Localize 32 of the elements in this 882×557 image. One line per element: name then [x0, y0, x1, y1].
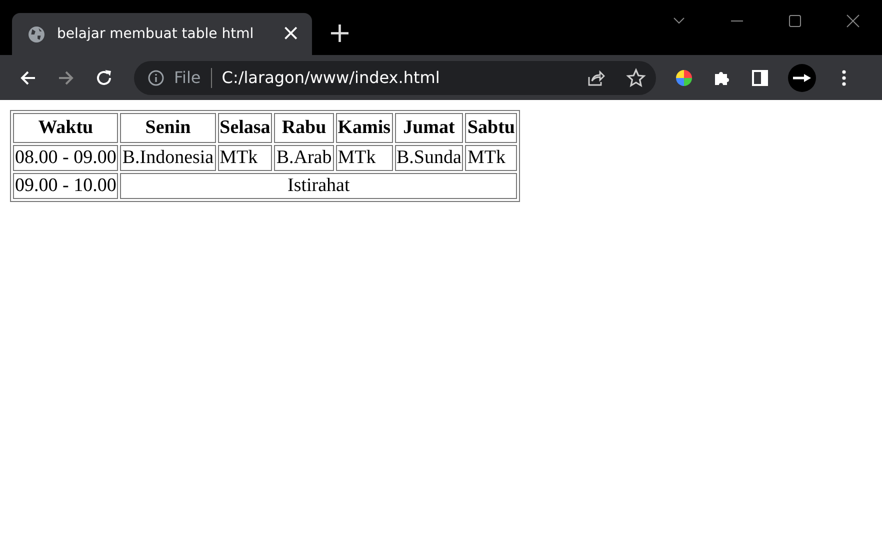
table-cell: MTk	[336, 145, 392, 171]
info-icon[interactable]	[148, 70, 164, 86]
column-header: Senin	[120, 113, 216, 143]
table-cell: MTk	[218, 145, 272, 171]
table-cell: B.Sunda	[394, 145, 464, 171]
maximize-icon[interactable]	[788, 14, 802, 28]
table-cell: 08.00 - 09.00	[13, 145, 118, 171]
address-bar[interactable]: File C:/laragon/www/index.html	[134, 60, 656, 94]
column-header: Sabtu	[465, 113, 517, 143]
column-header: Rabu	[274, 113, 334, 143]
side-panel-icon[interactable]	[750, 68, 770, 88]
new-tab-button[interactable]: +	[328, 19, 352, 47]
tab-title: belajar membuat table html	[57, 26, 255, 42]
close-tab-button[interactable]: ×	[282, 23, 300, 45]
globe-icon	[28, 26, 45, 42]
table-cell: B.Indonesia	[120, 145, 216, 171]
star-icon[interactable]	[626, 68, 646, 88]
scheme-label: File	[174, 68, 201, 87]
column-header: Selasa	[218, 113, 272, 143]
table-cell: MTk	[465, 145, 517, 171]
browser-tab[interactable]: belajar membuat table html ×	[12, 13, 312, 55]
close-icon[interactable]	[846, 14, 860, 28]
table-cell: Istirahat	[120, 173, 517, 199]
column-header: Waktu	[13, 113, 118, 143]
column-header: Kamis	[336, 113, 392, 143]
reload-icon[interactable]	[94, 68, 114, 88]
column-header: Jumat	[394, 113, 464, 143]
table-cell: B.Arab	[274, 145, 334, 171]
url-text: C:/laragon/www/index.html	[222, 68, 440, 87]
table-cell: 09.00 - 10.00	[13, 173, 118, 199]
profile-icon[interactable]	[788, 64, 816, 92]
color-wheel-icon[interactable]	[674, 68, 694, 88]
